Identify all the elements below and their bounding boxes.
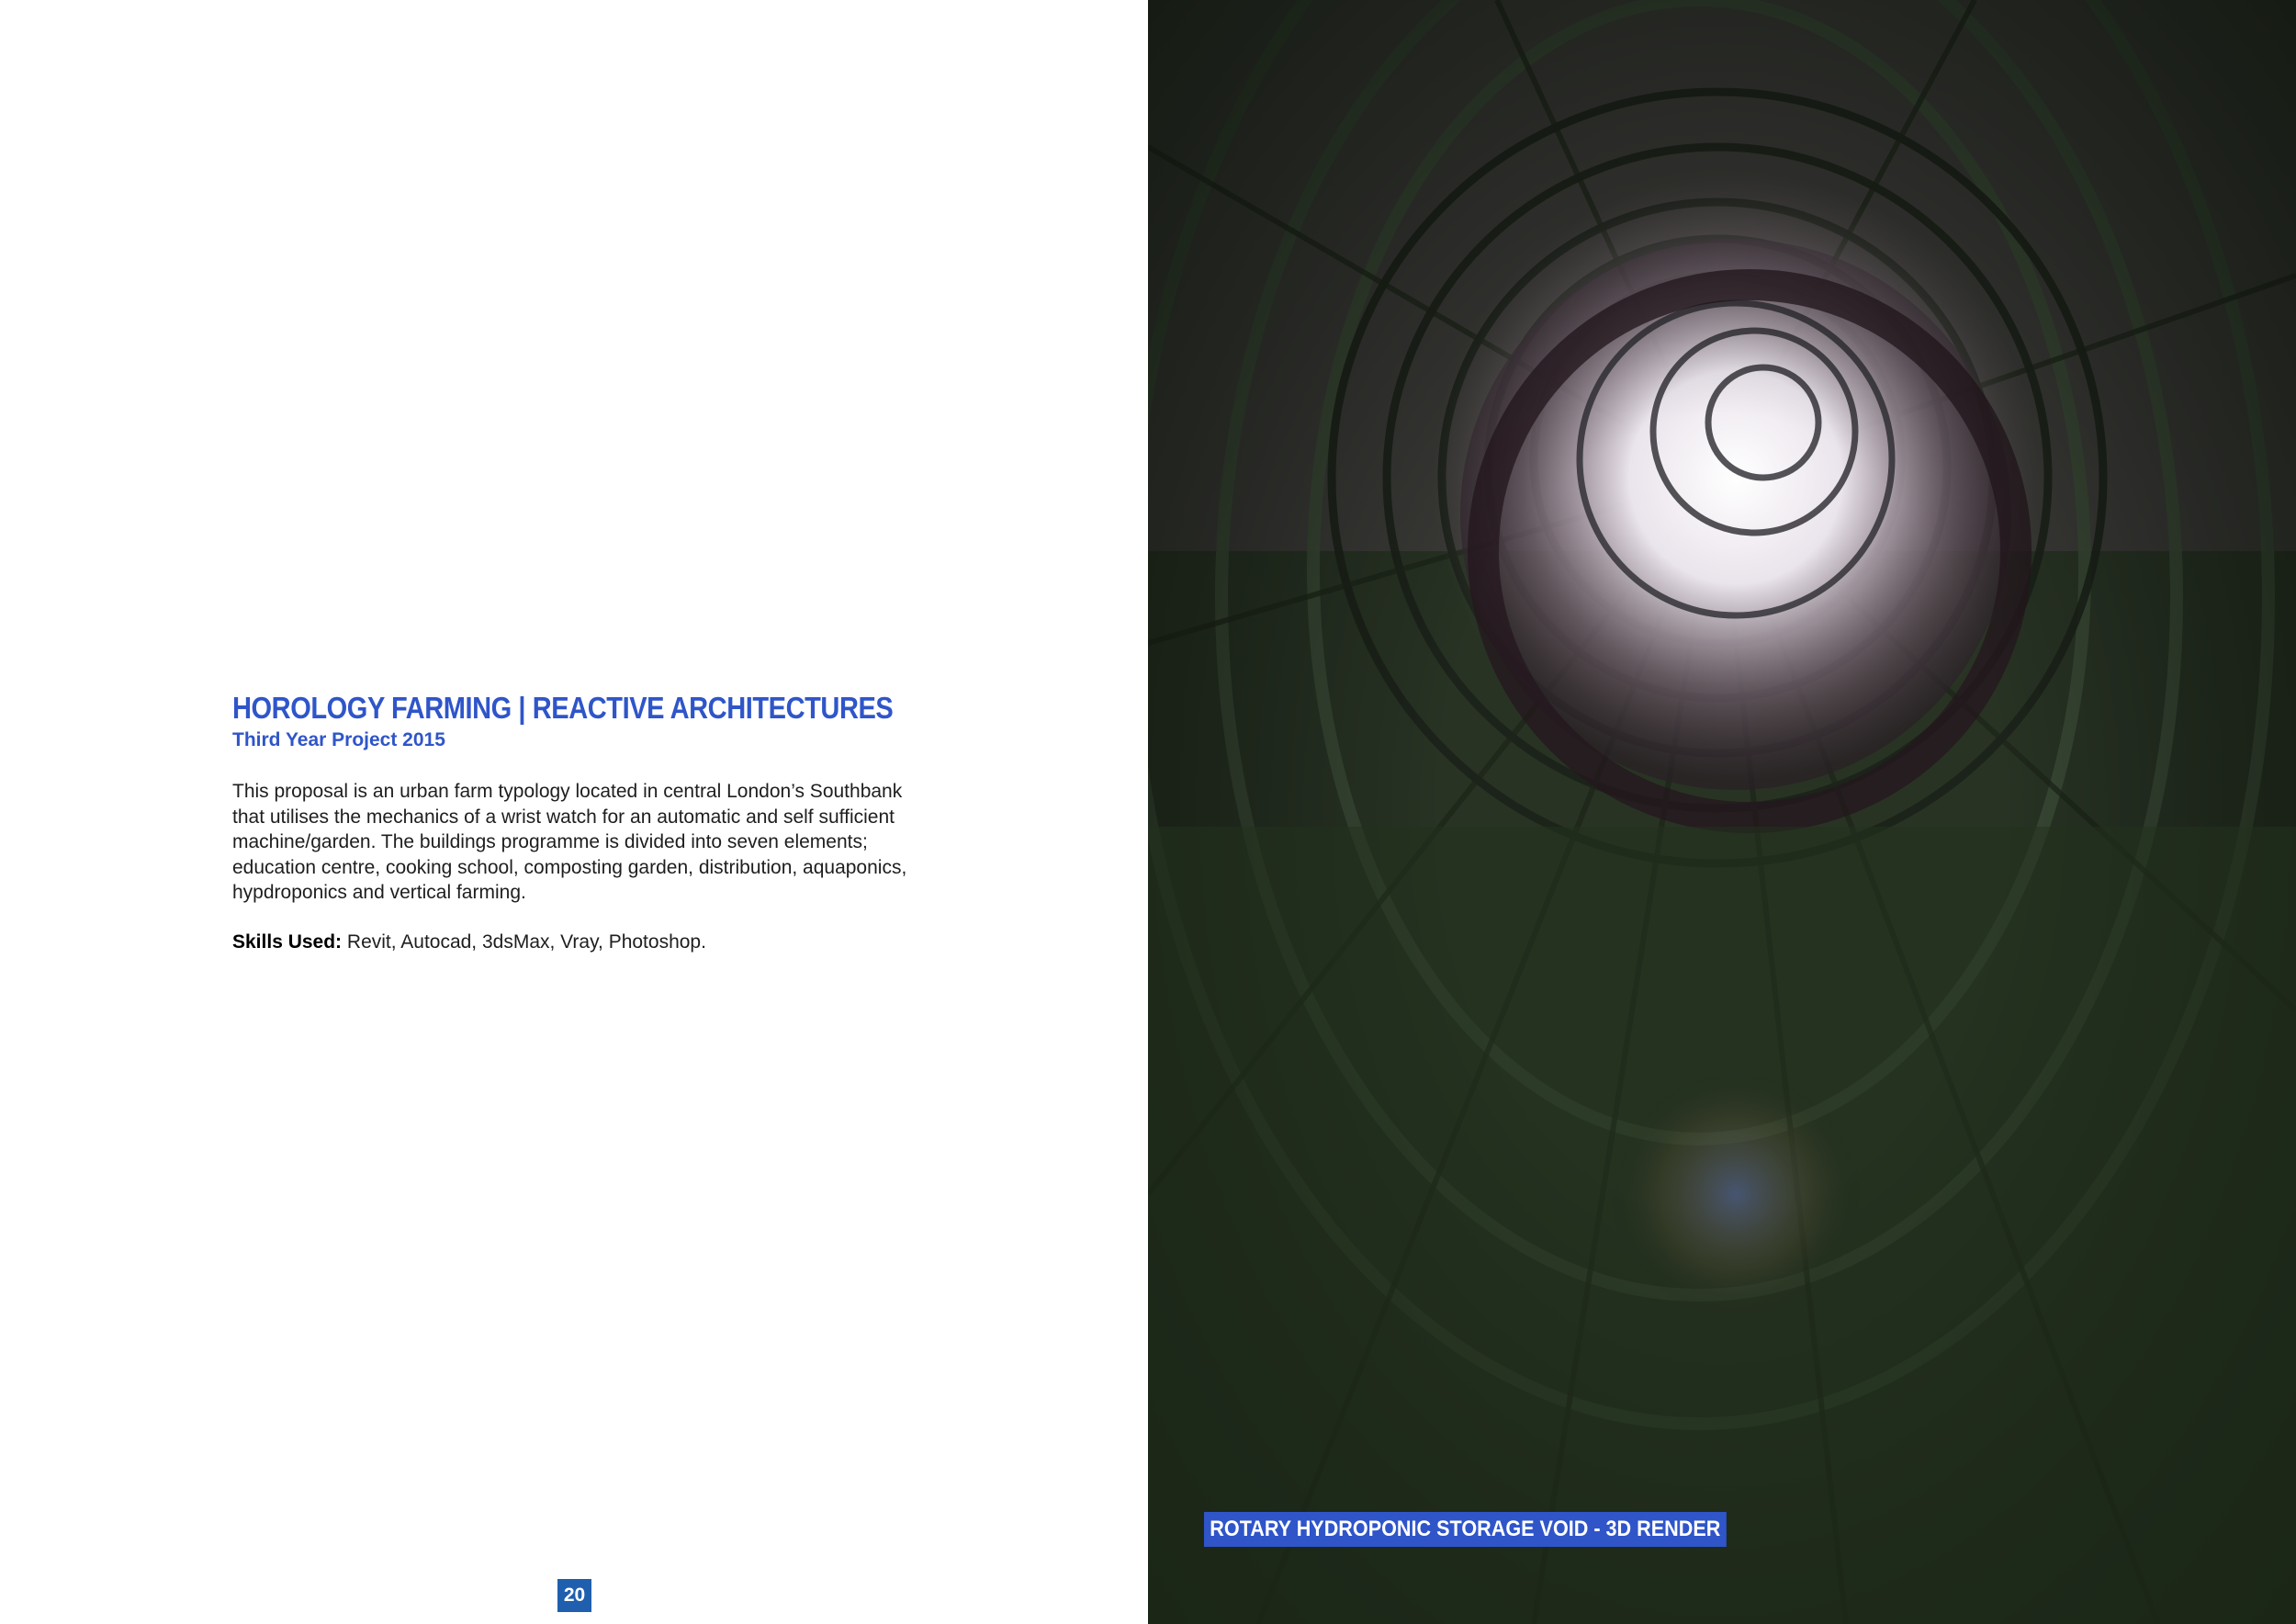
project-description: This proposal is an urban farm typology … (232, 781, 907, 903)
skills-label: Skills Used: (232, 931, 343, 953)
render-image (1148, 0, 2296, 1624)
project-title: HOROLOGY FARMING | REACTIVE ARCHITECTURE… (232, 691, 894, 725)
render-caption: ROTARY HYDROPONIC STORAGE VOID - 3D REND… (1204, 1512, 1727, 1547)
left-page: HOROLOGY FARMING | REACTIVE ARCHITECTURE… (0, 0, 1148, 1624)
render-photo (1148, 0, 2296, 1624)
page-number: 20 (557, 1579, 591, 1612)
skills-value: Revit, Autocad, 3dsMax, Vray, Photoshop. (342, 931, 706, 953)
skills-line: Skills Used: Revit, Autocad, 3dsMax, Vra… (232, 931, 706, 953)
project-subtitle: Third Year Project 2015 (232, 729, 445, 750)
